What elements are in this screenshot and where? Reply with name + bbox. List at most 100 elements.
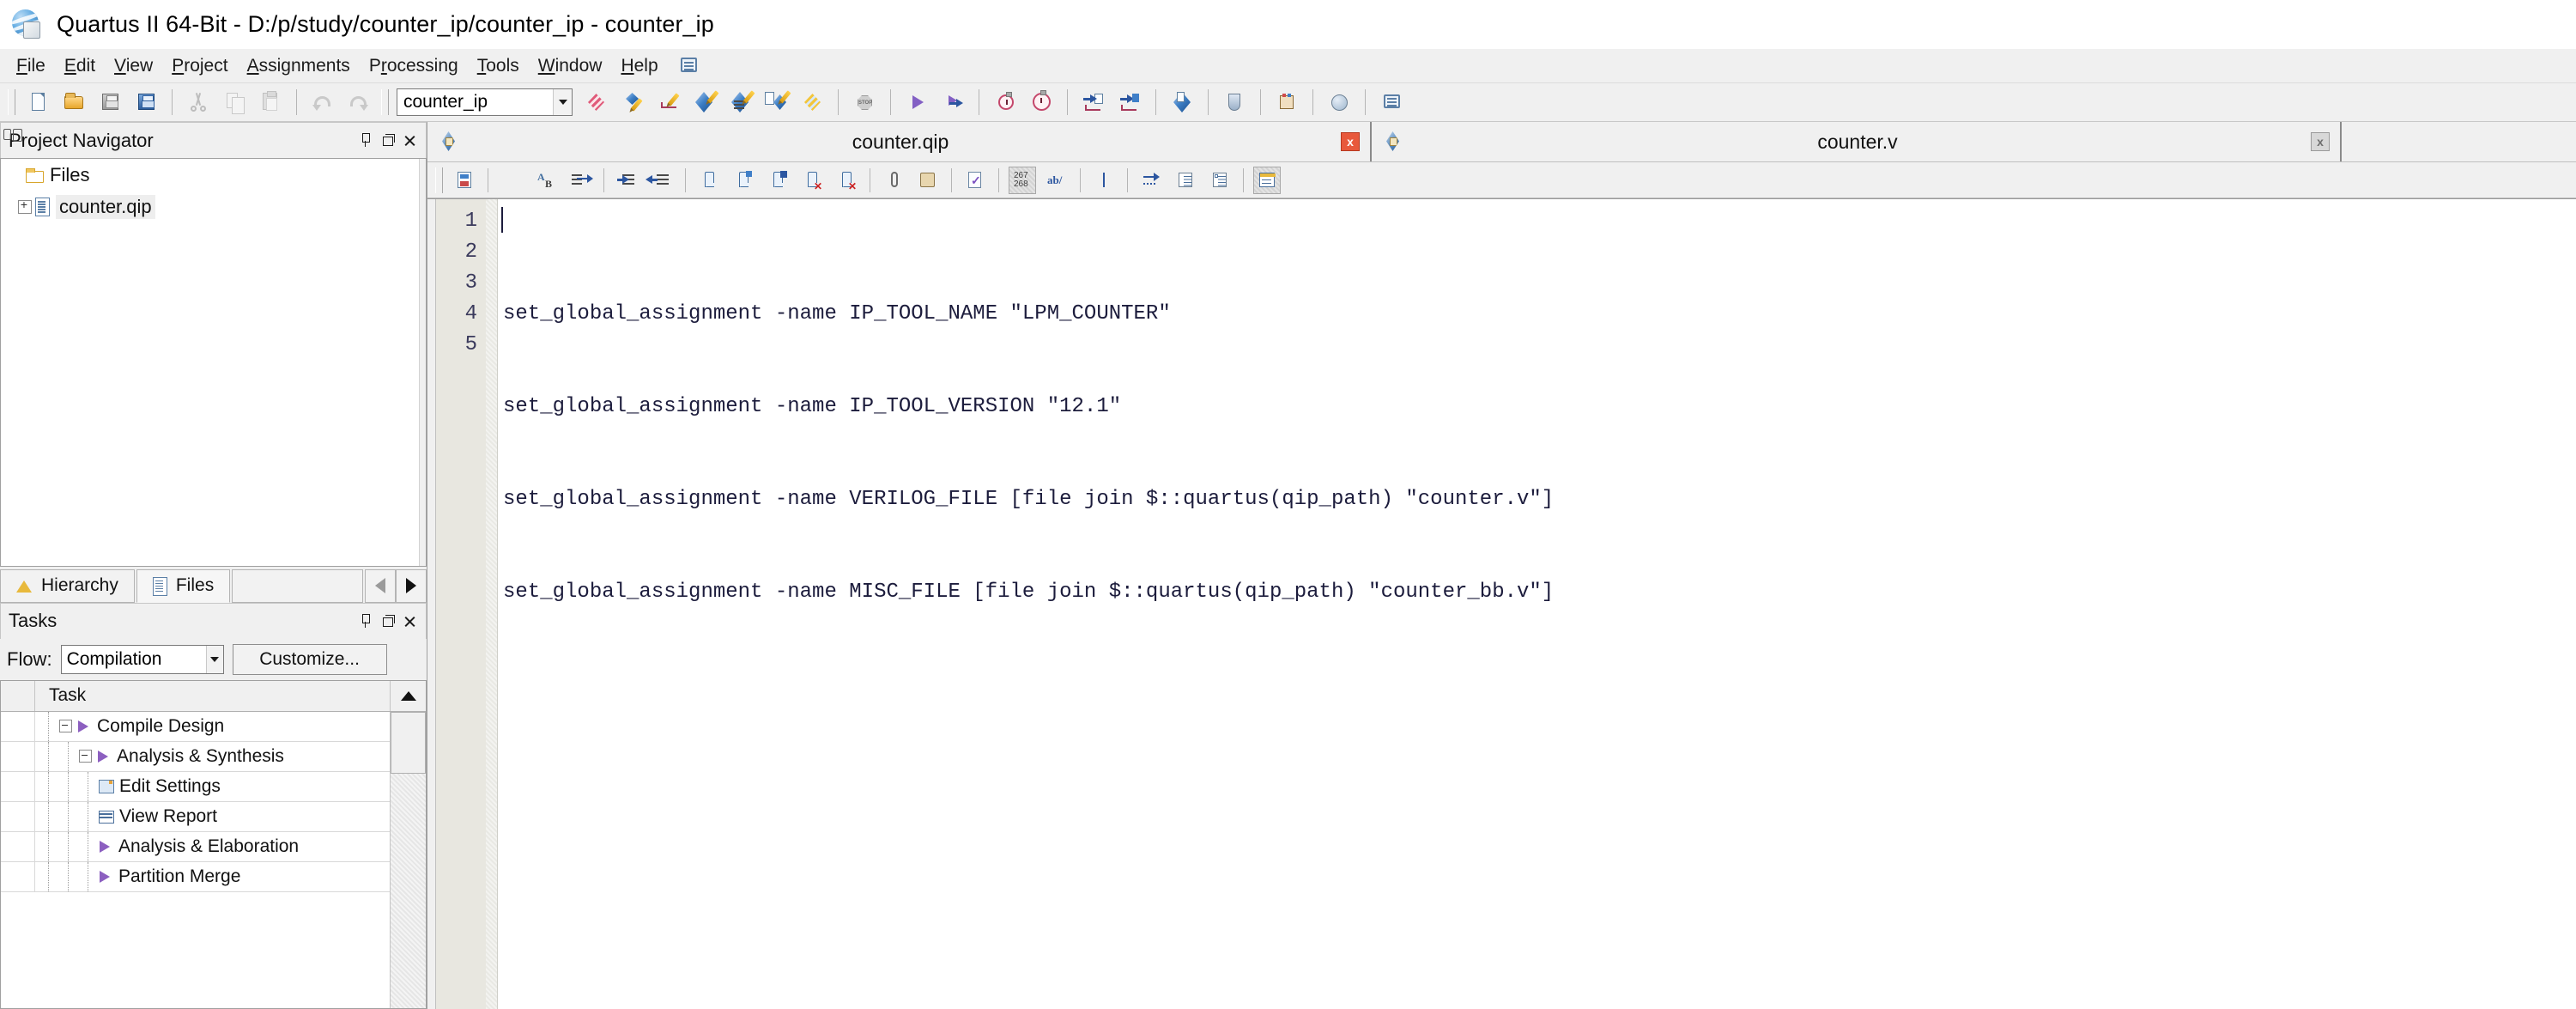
save-all-icon[interactable]	[131, 88, 161, 117]
cut-icon[interactable]	[184, 88, 213, 117]
code-text-area[interactable]: set_global_assignment -name IP_TOOL_NAME…	[498, 199, 2576, 1009]
undo-icon[interactable]	[308, 88, 337, 117]
table-row[interactable]: Partition Merge	[1, 861, 426, 892]
table-row[interactable]: Edit Settings	[1, 771, 426, 802]
programmer-icon[interactable]	[1167, 88, 1197, 117]
goto-line-icon[interactable]	[567, 167, 594, 194]
next-tab-arrow[interactable]	[396, 568, 427, 603]
menu-assignments[interactable]: Assignments	[238, 54, 360, 78]
task-scrollbar-thumb[interactable]	[391, 711, 426, 774]
menu-tools[interactable]: Tools	[468, 54, 529, 78]
chevron-down-icon[interactable]	[553, 89, 572, 115]
help-bubble-icon[interactable]	[1377, 88, 1406, 117]
pin-planner-icon[interactable]	[1079, 88, 1108, 117]
indent-view-icon[interactable]	[1172, 167, 1199, 194]
assignment-editor-icon[interactable]	[653, 88, 682, 117]
menu-edit[interactable]: Edit	[55, 54, 105, 78]
insert-constraint-icon[interactable]	[730, 167, 757, 194]
find-replace-icon[interactable]: AB	[532, 167, 560, 194]
save-in-project-icon[interactable]	[451, 167, 478, 194]
show-cursor-icon[interactable]	[1090, 167, 1118, 194]
editor-toolbar-grip[interactable]	[435, 167, 443, 193]
compile-icon[interactable]	[689, 88, 719, 117]
word-wrap-icon[interactable]: ab/	[1043, 167, 1070, 194]
settings-icon[interactable]	[617, 88, 646, 117]
toolbar-grip[interactable]	[8, 89, 15, 115]
collapse-minus-icon[interactable]	[58, 719, 74, 734]
task-table-body[interactable]: Compile Design Analysis & Synthesis Edit…	[1, 711, 426, 1008]
tree-item-counter-qip[interactable]: counter.qip	[1, 191, 426, 222]
chip-planner-icon[interactable]	[1220, 88, 1249, 117]
toolbar-grip-2[interactable]	[381, 89, 389, 115]
menu-processing[interactable]: Processing	[360, 54, 468, 78]
new-file-icon[interactable]	[23, 88, 52, 117]
menu-file[interactable]: File	[7, 54, 55, 78]
signal-tap-icon[interactable]	[1115, 88, 1144, 117]
tab-counter-qip[interactable]: counter.qip x	[427, 122, 1372, 161]
menu-project[interactable]: Project	[162, 54, 237, 78]
restore-icon[interactable]	[380, 133, 395, 148]
close-icon[interactable]	[403, 614, 417, 629]
close-icon[interactable]: x	[1341, 132, 1360, 151]
close-project-icon[interactable]	[581, 88, 610, 117]
help-search-icon[interactable]	[1324, 88, 1354, 117]
start-compilation-icon[interactable]	[902, 88, 931, 117]
code-editor[interactable]: 1 2 3 4 5 set_global_assignment -name IP…	[427, 198, 2576, 1009]
table-row[interactable]: Compile Design	[1, 711, 426, 742]
stop-icon[interactable]: STOP	[850, 88, 879, 117]
megawizard-icon[interactable]	[1272, 88, 1301, 117]
menu-view[interactable]: View	[105, 54, 162, 78]
pin-icon[interactable]	[358, 613, 373, 629]
close-icon[interactable]	[403, 133, 417, 148]
open-file-icon[interactable]	[59, 88, 88, 117]
increase-indent-icon[interactable]	[614, 167, 641, 194]
prev-tab-arrow[interactable]	[365, 568, 396, 603]
editor-bookmark-strip[interactable]	[486, 199, 498, 1009]
outline-view-icon[interactable]	[1206, 167, 1233, 194]
tab-files[interactable]: Files	[136, 568, 231, 603]
scroll-up-button[interactable]	[390, 680, 426, 711]
remove-comment-icon[interactable]: ✕	[798, 167, 826, 194]
run-triangle-icon[interactable]	[98, 840, 113, 854]
run-triangle-icon[interactable]	[76, 720, 92, 733]
save-file-icon[interactable]	[95, 88, 124, 117]
customize-button[interactable]: Customize...	[232, 643, 387, 675]
menu-window[interactable]: Window	[529, 54, 612, 78]
navigator-scrollbar[interactable]	[419, 159, 426, 566]
project-navigator-tree[interactable]: Files counter.qip	[0, 158, 427, 567]
megafunction-icon[interactable]	[797, 88, 827, 117]
compile-design-icon[interactable]	[725, 88, 755, 117]
close-icon[interactable]: x	[2311, 132, 2330, 151]
panel-view-icon[interactable]	[1253, 166, 1281, 194]
insert-template-icon[interactable]	[695, 167, 723, 194]
table-row[interactable]: View Report	[1, 801, 426, 832]
table-row[interactable]: Analysis & Elaboration	[1, 831, 426, 862]
decrease-indent-icon[interactable]	[648, 167, 676, 194]
run-triangle-icon[interactable]	[98, 870, 113, 884]
scroll-icon[interactable]	[914, 167, 942, 194]
check-syntax-icon[interactable]	[961, 167, 989, 194]
find-icon[interactable]	[3, 128, 525, 194]
show-tabs-icon[interactable]	[1137, 167, 1165, 194]
paperclip-icon[interactable]	[880, 167, 907, 194]
line-numbers-icon[interactable]: 267 268	[1009, 166, 1036, 194]
pin-icon[interactable]	[358, 133, 373, 148]
speech-bubble-icon[interactable]	[680, 57, 699, 76]
tab-hierarchy[interactable]: Hierarchy	[0, 568, 135, 603]
redo-icon[interactable]	[344, 88, 373, 117]
start-analysis-icon[interactable]	[938, 88, 967, 117]
paste-icon[interactable]	[256, 88, 285, 117]
flow-select[interactable]: Compilation	[60, 644, 224, 674]
analysis-synthesis-icon[interactable]	[761, 88, 791, 117]
menu-help[interactable]: Help	[611, 54, 667, 78]
restore-icon[interactable]	[380, 614, 395, 629]
copy-icon[interactable]	[220, 88, 249, 117]
task-scrollbar[interactable]	[390, 711, 426, 1008]
project-revision-combo[interactable]: counter_ip	[397, 88, 573, 116]
run-triangle-icon[interactable]	[96, 750, 112, 763]
tab-counter-v[interactable]: counter.v x	[1372, 122, 2342, 161]
expand-plus-icon[interactable]	[16, 197, 33, 216]
chevron-down-icon[interactable]	[205, 645, 223, 673]
tree-item-files[interactable]: Files	[1, 159, 426, 191]
table-row[interactable]: Analysis & Synthesis	[1, 741, 426, 772]
